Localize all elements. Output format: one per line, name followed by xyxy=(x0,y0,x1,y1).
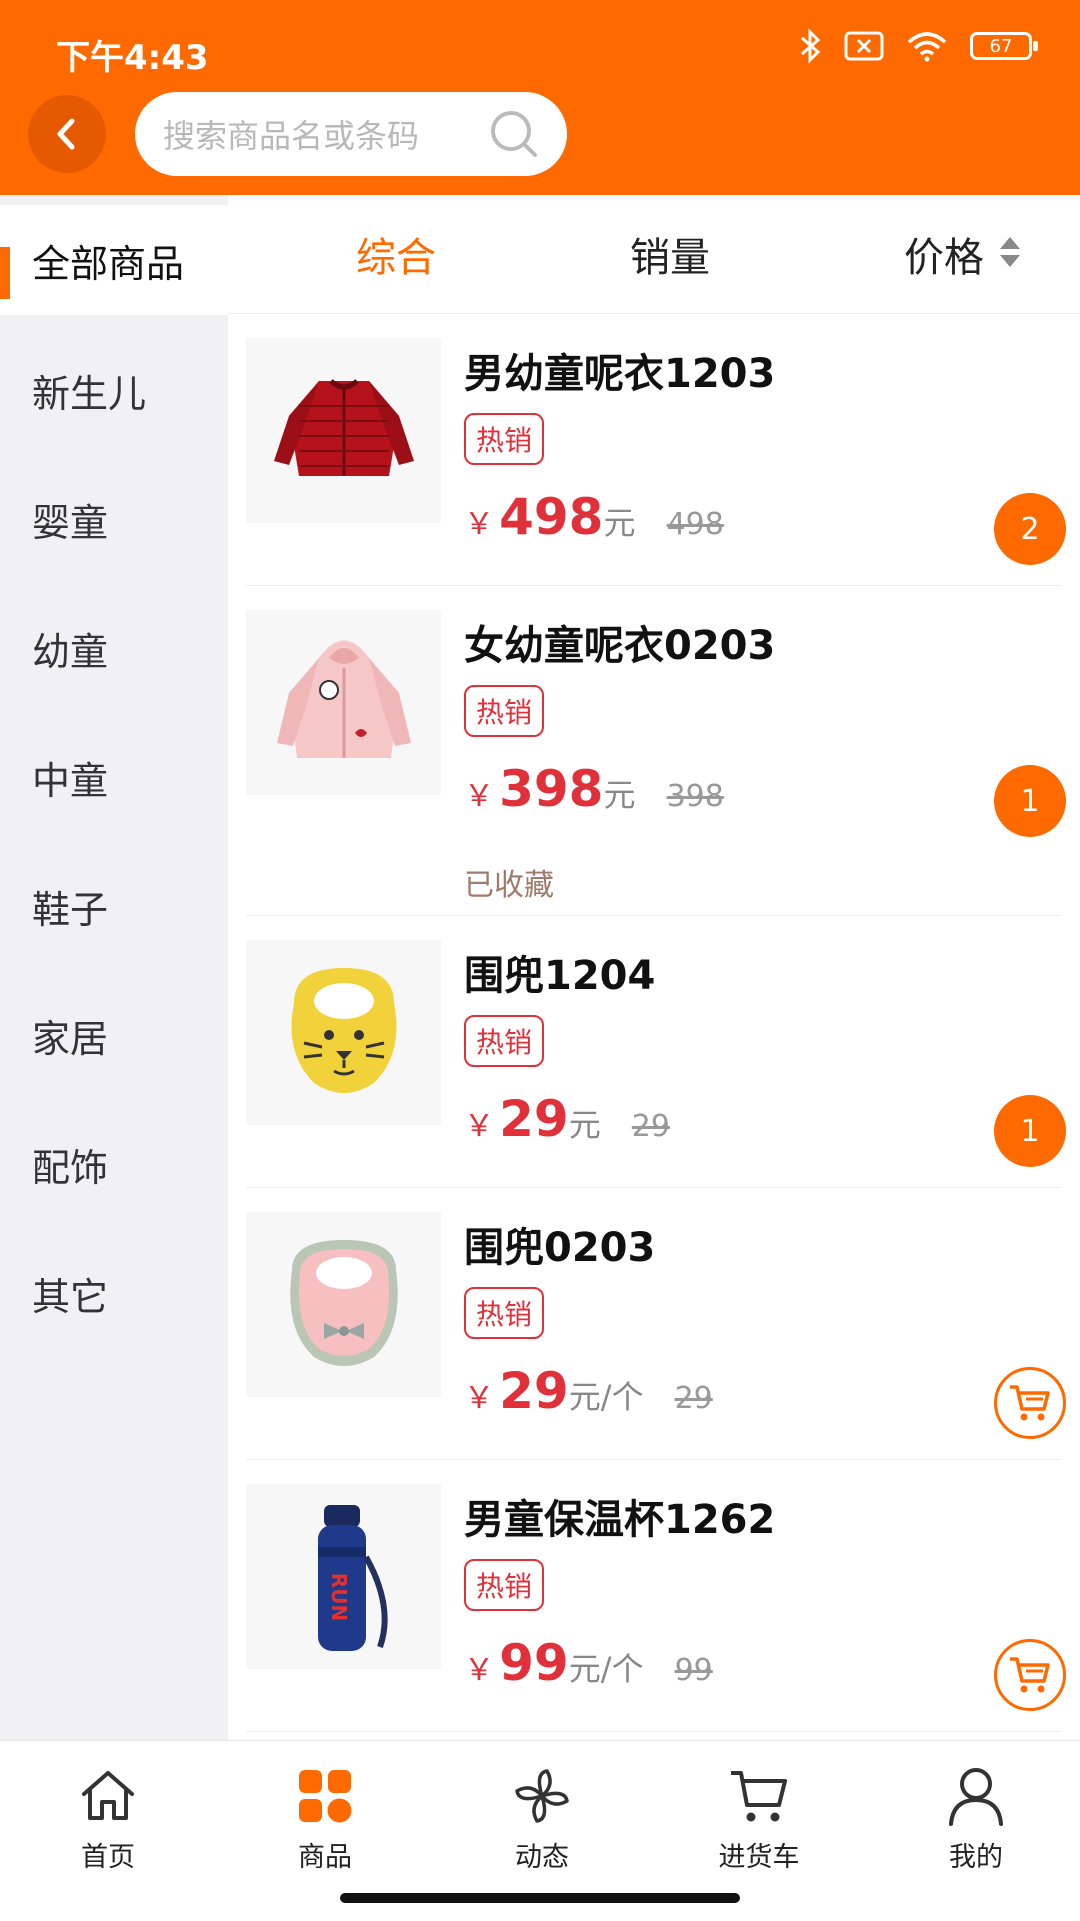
search-icon[interactable] xyxy=(489,109,539,159)
product-price: 29 xyxy=(499,1362,569,1420)
search-input[interactable]: 搜索商品名或条码 xyxy=(163,111,489,157)
cart-icon xyxy=(731,1771,787,1822)
battery-level: 67 xyxy=(989,35,1013,57)
search-box[interactable]: 搜索商品名或条码 xyxy=(135,92,567,176)
price-row: ￥ 29元 29 xyxy=(464,1090,670,1148)
original-price: 29 xyxy=(631,1109,670,1144)
product-image-yellow-bib xyxy=(246,940,441,1125)
price-unit: 元 xyxy=(603,504,636,542)
product-price: 498 xyxy=(499,488,604,546)
sidebar-item-other[interactable]: 其它 xyxy=(0,1238,228,1348)
product-image-thermos: RUN xyxy=(246,1484,441,1669)
price-row: ￥ 99元/个 99 xyxy=(464,1634,713,1692)
user-icon xyxy=(949,1768,1003,1826)
sort-tab-composite[interactable]: 综合 xyxy=(356,225,436,283)
sort-tab-sales[interactable]: 销量 xyxy=(630,225,710,283)
hot-sale-tag: 热销 xyxy=(464,685,545,737)
tab-label: 进货车 xyxy=(718,1842,800,1873)
top-header: 下午4:43 67 搜索商品名或条码 xyxy=(0,0,1080,195)
product-list-panel: 综合 销量 价格 男幼童呢衣1203 热销 ￥ 498元 498 2 女幼童呢衣… xyxy=(228,195,1080,1740)
cart-icon xyxy=(1010,1385,1050,1421)
original-price: 498 xyxy=(666,507,724,542)
hot-sale-tag: 热销 xyxy=(464,413,545,465)
price-row: ￥ 398元 398 xyxy=(464,760,724,818)
chevron-left-icon xyxy=(57,118,75,150)
category-sidebar: 全部商品 新生儿 婴童 幼童 中童 鞋子 家居 配饰 其它 xyxy=(0,195,228,1740)
svg-text:RUN: RUN xyxy=(327,1572,351,1620)
currency-symbol: ￥ xyxy=(464,507,494,542)
tab-label: 我的 xyxy=(949,1842,1003,1873)
product-image-red-jacket xyxy=(246,338,441,523)
product-name: 女幼童呢衣0203 xyxy=(464,623,776,669)
price-row: ￥ 498元 498 xyxy=(464,488,724,546)
product-price: 398 xyxy=(499,760,604,818)
status-icons: 67 xyxy=(800,28,1038,64)
sidebar-item-newborn[interactable]: 新生儿 xyxy=(0,335,228,445)
sim-off-icon xyxy=(844,31,884,61)
product-name: 男童保温杯1262 xyxy=(464,1497,776,1543)
hot-sale-tag: 热销 xyxy=(464,1015,545,1067)
product-image-pink-bib xyxy=(246,1212,441,1397)
cart-qty-badge[interactable]: 1 xyxy=(994,1095,1066,1167)
hot-sale-tag: 热销 xyxy=(464,1559,545,1611)
add-to-cart-button[interactable] xyxy=(994,1639,1066,1711)
product-item[interactable]: 男幼童呢衣1203 热销 ￥ 498元 498 2 xyxy=(246,313,1066,586)
tab-label: 动态 xyxy=(515,1842,569,1873)
price-unit: 元 xyxy=(568,1106,601,1144)
wifi-icon xyxy=(907,32,947,62)
sidebar-item-home[interactable]: 家居 xyxy=(0,980,228,1090)
sort-arrows-icon xyxy=(1000,237,1020,267)
sidebar-item-infant[interactable]: 婴童 xyxy=(0,464,228,574)
price-unit: 元/个 xyxy=(568,1378,644,1416)
sidebar-item-kids[interactable]: 中童 xyxy=(0,722,228,832)
product-item[interactable]: 围兜1204 热销 ￥ 29元 29 1 xyxy=(246,915,1066,1188)
tab-me[interactable]: 我的 xyxy=(896,1763,1056,1874)
product-name: 围兜0203 xyxy=(464,1225,656,1271)
favorited-label: 已收藏 xyxy=(464,868,554,903)
price-unit: 元 xyxy=(603,776,636,814)
pinwheel-icon xyxy=(515,1769,569,1823)
cart-icon xyxy=(1010,1657,1050,1693)
product-price: 29 xyxy=(499,1090,569,1148)
home-indicator[interactable] xyxy=(340,1893,740,1903)
product-name: 男幼童呢衣1203 xyxy=(464,351,776,397)
tab-label: 商品 xyxy=(298,1842,352,1873)
price-unit: 元/个 xyxy=(568,1650,644,1688)
tab-home[interactable]: 首页 xyxy=(28,1763,188,1874)
home-icon xyxy=(82,1771,134,1820)
back-button[interactable] xyxy=(28,95,106,173)
add-to-cart-button[interactable] xyxy=(994,1367,1066,1439)
original-price: 29 xyxy=(674,1381,713,1416)
battery-icon: 67 xyxy=(970,32,1038,60)
hot-sale-tag: 热销 xyxy=(464,1287,545,1339)
tab-products[interactable]: 商品 xyxy=(245,1763,405,1874)
tab-feed[interactable]: 动态 xyxy=(462,1763,622,1874)
tab-label: 首页 xyxy=(81,1842,135,1873)
sidebar-item-all[interactable]: 全部商品 xyxy=(0,205,228,315)
sidebar-item-accessories[interactable]: 配饰 xyxy=(0,1109,228,1219)
original-price: 99 xyxy=(674,1653,713,1688)
currency-symbol: ￥ xyxy=(464,1653,494,1688)
tab-cart[interactable]: 进货车 xyxy=(679,1763,839,1874)
currency-symbol: ￥ xyxy=(464,1109,494,1144)
product-price: 99 xyxy=(499,1634,569,1692)
sidebar-item-toddler[interactable]: 幼童 xyxy=(0,593,228,703)
currency-symbol: ￥ xyxy=(464,1381,494,1416)
sidebar-item-shoes[interactable]: 鞋子 xyxy=(0,851,228,961)
original-price: 398 xyxy=(666,779,724,814)
product-item[interactable]: RUN 男童保温杯1262 热销 ￥ 99元/个 99 xyxy=(246,1459,1066,1732)
sort-bar: 综合 销量 价格 xyxy=(228,195,1080,314)
currency-symbol: ￥ xyxy=(464,779,494,814)
bluetooth-icon xyxy=(801,28,821,64)
cart-qty-badge[interactable]: 1 xyxy=(994,765,1066,837)
cart-qty-badge[interactable]: 2 xyxy=(994,493,1066,565)
status-time: 下午4:43 xyxy=(56,38,209,78)
product-item[interactable]: 女幼童呢衣0203 热销 ￥ 398元 398 已收藏 1 xyxy=(246,585,1066,916)
sort-tab-price[interactable]: 价格 xyxy=(904,225,984,283)
price-row: ￥ 29元/个 29 xyxy=(464,1362,713,1420)
product-name: 围兜1204 xyxy=(464,953,656,999)
product-item[interactable]: 围兜0203 热销 ￥ 29元/个 29 xyxy=(246,1187,1066,1460)
product-image-pink-coat xyxy=(246,610,441,795)
grid-icon xyxy=(299,1770,352,1823)
